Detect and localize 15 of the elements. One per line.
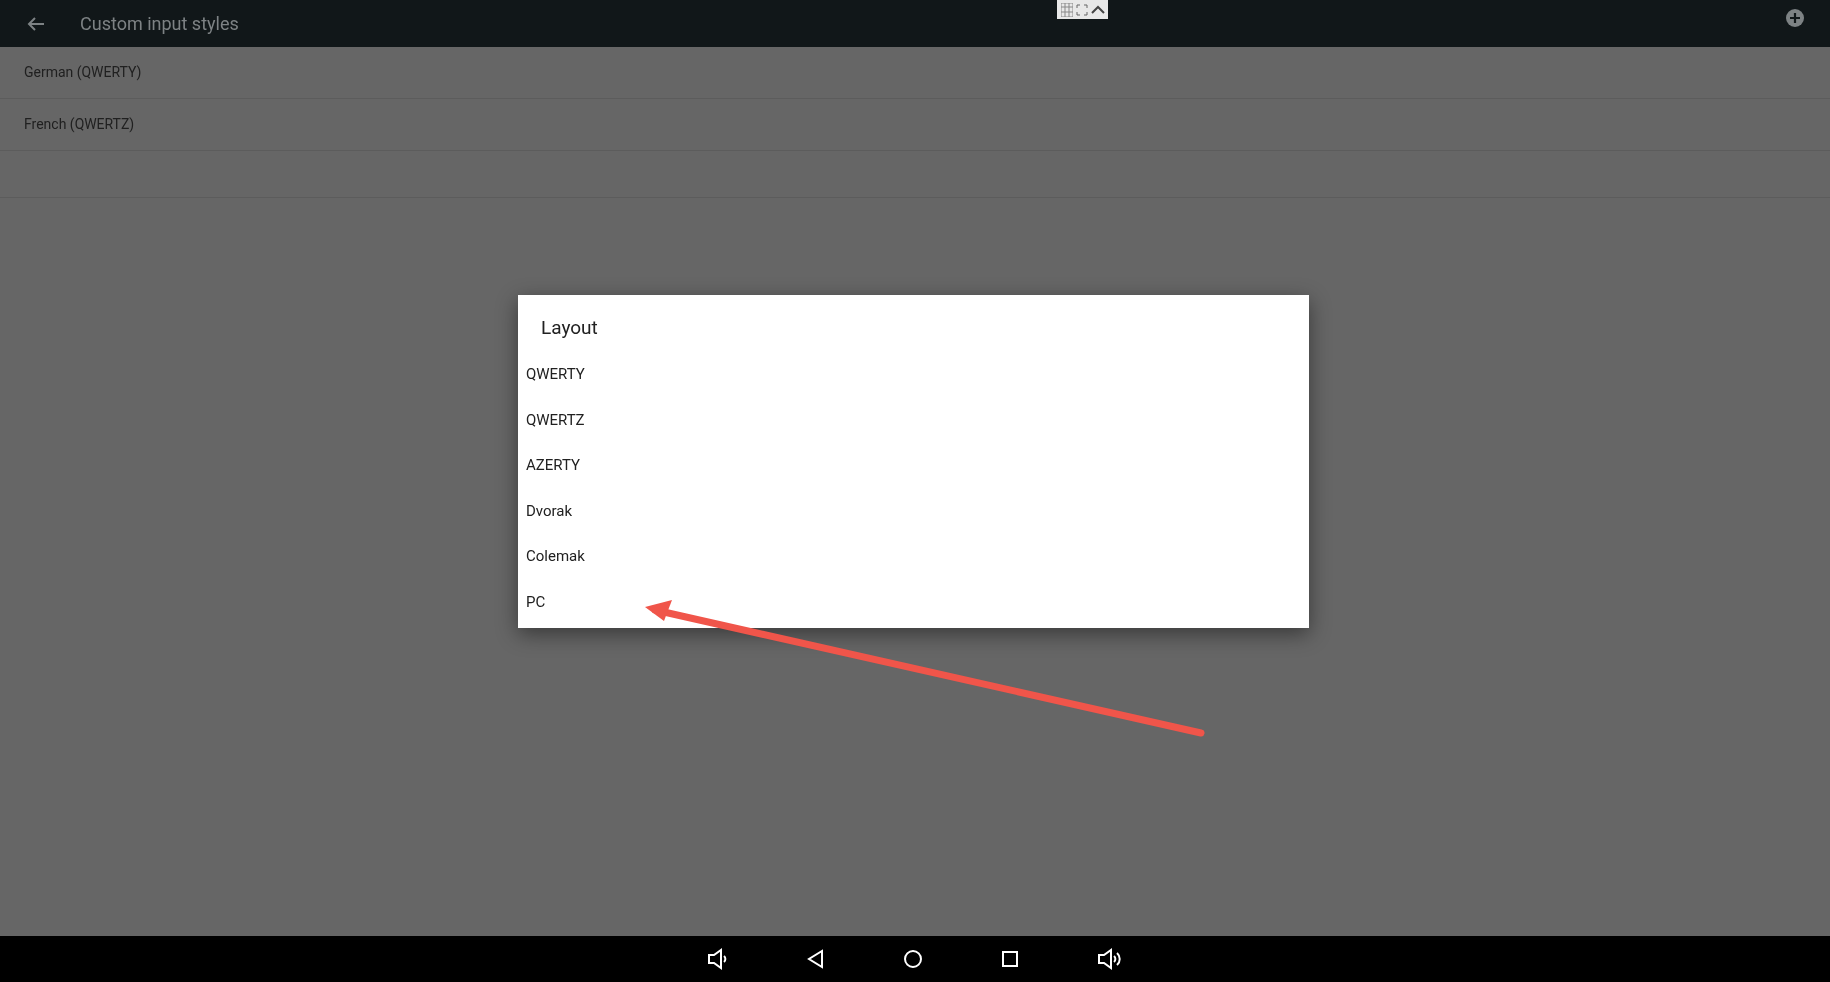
add-icon[interactable] <box>1786 9 1804 27</box>
home-icon[interactable] <box>903 949 923 969</box>
volume-down-icon[interactable] <box>707 947 729 971</box>
layout-option[interactable]: Dvorak <box>518 488 1309 534</box>
dialog-title: Layout <box>541 315 599 341</box>
back-icon[interactable] <box>807 949 825 969</box>
chevron-up-icon[interactable] <box>1090 4 1105 15</box>
app-bar-title: Custom input styles <box>80 12 239 36</box>
layout-option[interactable]: QWERTZ <box>518 397 1309 443</box>
layout-option[interactable]: PC <box>518 579 1309 625</box>
layout-option[interactable]: Colemak <box>518 533 1309 579</box>
layout-option[interactable]: AZERTY <box>518 442 1309 488</box>
volume-up-icon[interactable] <box>1097 947 1123 971</box>
recents-icon[interactable] <box>1001 950 1019 968</box>
layout-option[interactable]: QWERTY <box>518 351 1309 397</box>
